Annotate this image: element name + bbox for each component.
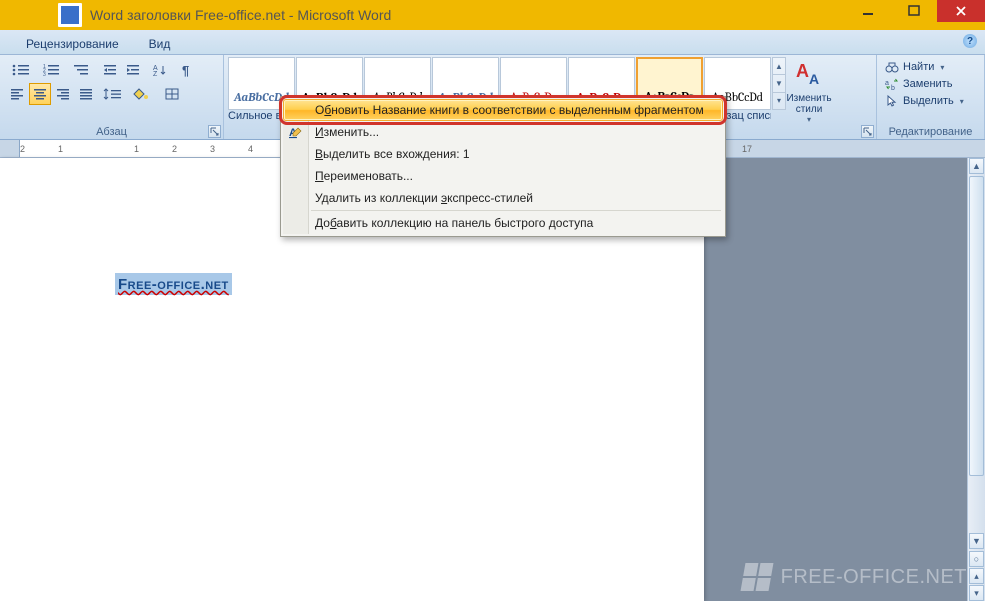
multilevel-list-button[interactable]	[68, 59, 98, 81]
align-left-button[interactable]	[6, 83, 28, 105]
binoculars-icon	[885, 60, 899, 74]
replace-label: Заменить	[903, 78, 952, 90]
editing-group: Найти▾ ab Заменить Выделить▾ Редактирова…	[877, 55, 985, 139]
maximize-button[interactable]	[891, 0, 937, 22]
ribbon-tabs: Рецензирование Вид ?	[0, 30, 985, 55]
modify-icon: A	[288, 124, 304, 140]
find-button[interactable]: Найти▾	[881, 59, 980, 75]
browse-object-button[interactable]: ○	[969, 551, 984, 567]
change-styles-icon: AA	[794, 61, 824, 91]
watermark: FREE-OFFICE.NET	[743, 563, 967, 591]
ctx-modify[interactable]: A Изменить...	[283, 121, 723, 143]
sort-button[interactable]: AZ	[145, 59, 175, 81]
numbering-button[interactable]: 123	[37, 59, 67, 81]
bullets-button[interactable]	[6, 59, 36, 81]
tab-view[interactable]: Вид	[135, 34, 185, 54]
watermark-text: FREE-OFFICE.NET	[781, 566, 967, 589]
help-icon[interactable]: ?	[963, 34, 977, 48]
paragraph-group-label: Абзац	[4, 126, 219, 139]
align-center-button[interactable]	[29, 83, 51, 105]
next-page-button[interactable]: ▾	[969, 585, 984, 601]
styles-launcher[interactable]	[861, 125, 874, 138]
svg-text:b: b	[891, 85, 895, 91]
line-spacing-button[interactable]	[98, 83, 128, 105]
select-button[interactable]: Выделить▾	[881, 93, 980, 109]
ctx-select-all[interactable]: Выделить все вхождения: 1	[283, 143, 723, 165]
change-styles-button[interactable]: AA Изменить стили ▾	[786, 57, 832, 124]
shading-button[interactable]	[129, 83, 159, 105]
ctx-update-style[interactable]: Обновить Название книги в соответствии с…	[283, 99, 723, 121]
tab-review[interactable]: Рецензирование	[12, 34, 133, 54]
decrease-indent-button[interactable]	[99, 59, 121, 81]
change-styles-label: Изменить стили	[786, 93, 832, 115]
show-marks-button[interactable]: ¶	[176, 59, 198, 81]
ctx-remove[interactable]: Удалить из коллекции экспресс-стилей	[283, 187, 723, 209]
borders-button[interactable]	[160, 83, 190, 105]
window-title: Word заголовки Free-office.net - Microso…	[90, 7, 391, 23]
svg-text:¶: ¶	[182, 63, 189, 77]
scroll-thumb[interactable]	[969, 176, 984, 476]
scroll-down-arrow[interactable]: ▼	[969, 533, 984, 549]
svg-text:Z: Z	[153, 71, 158, 77]
find-label: Найти	[903, 61, 934, 73]
selected-text[interactable]: Free-office.net	[115, 273, 232, 295]
svg-text:3: 3	[43, 72, 46, 77]
ctx-rename[interactable]: Переименовать...	[283, 165, 723, 187]
vertical-scrollbar[interactable]: ▲ ▼ ○ ▴ ▾	[967, 158, 985, 601]
prev-page-button[interactable]: ▴	[969, 568, 984, 584]
justify-button[interactable]	[75, 83, 97, 105]
svg-text:a: a	[885, 80, 889, 87]
style-context-menu: Обновить Название книги в соответствии с…	[280, 96, 726, 237]
replace-icon: ab	[885, 77, 899, 91]
align-right-button[interactable]	[52, 83, 74, 105]
cursor-icon	[885, 94, 899, 108]
titlebar: Word заголовки Free-office.net - Microso…	[0, 0, 985, 30]
minimize-button[interactable]	[845, 0, 891, 22]
paragraph-launcher[interactable]	[208, 125, 221, 138]
close-button[interactable]	[937, 0, 985, 22]
paragraph-group: 123 AZ ¶ Абзац	[0, 55, 224, 139]
word-logo-icon	[58, 3, 82, 27]
gallery-scroll[interactable]: ▲▼▾	[772, 57, 786, 110]
increase-indent-button[interactable]	[122, 59, 144, 81]
scroll-up-arrow[interactable]: ▲	[969, 158, 984, 174]
windows-logo-icon	[740, 563, 773, 591]
editing-group-label: Редактирование	[881, 126, 980, 139]
select-label: Выделить	[903, 95, 954, 107]
replace-button[interactable]: ab Заменить	[881, 76, 980, 92]
ctx-add-qat[interactable]: Добавить коллекцию на панель быстрого до…	[283, 212, 723, 234]
